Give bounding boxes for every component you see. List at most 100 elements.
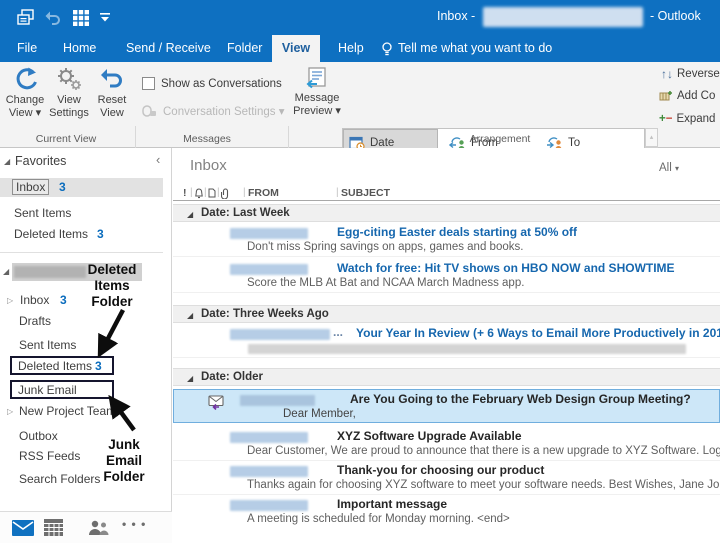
collapse-minus-icon: −	[666, 113, 673, 125]
sender-redacted	[230, 329, 330, 340]
conversation-settings-icon	[142, 105, 157, 117]
ribbon: Change View ▾ View Settings Reset View S…	[0, 62, 720, 148]
reminder-bell-column-icon[interactable]	[194, 188, 204, 199]
sidebar-item-rss-feeds[interactable]: RSS Feeds	[19, 449, 80, 463]
inbox-collapsed-triangle[interactable]: ▷	[7, 296, 13, 305]
filter-caret-icon: ▾	[675, 164, 679, 173]
folder-pane: ◢ Favorites ‹ Inbox 3 Sent Items Deleted…	[0, 148, 172, 543]
navigation-bar: • • •	[0, 511, 172, 543]
ribbon-tab-row: File Home Send / Receive Folder View Hel…	[0, 35, 720, 62]
show-as-conversations-checkbox[interactable]: Show as Conversations	[142, 77, 282, 90]
sender-redacted	[230, 466, 308, 477]
account-name-redacted	[14, 266, 86, 278]
sidebar-item-junk-email[interactable]: Junk Email	[18, 383, 77, 397]
arrow-to-junk-email	[100, 392, 146, 438]
collapse-pane-icon[interactable]: ‹	[156, 152, 160, 167]
attachment-column-icon[interactable]	[221, 188, 230, 199]
column-header-row: ! | | | | FROM | SUBJECT	[173, 185, 720, 201]
sender-ellipsis: ...	[333, 325, 343, 339]
window-title-prefix: Inbox -	[437, 9, 475, 23]
reset-view-button[interactable]: Reset View	[91, 66, 133, 120]
group-label-arrangement: Arrangement	[450, 133, 550, 145]
column-header-subject[interactable]: SUBJECT	[341, 187, 390, 199]
list-title: Inbox	[190, 157, 227, 174]
quick-access-undo-icon[interactable]	[43, 8, 63, 28]
column-header-from[interactable]: FROM	[248, 187, 279, 199]
tab-folder[interactable]: Folder	[227, 35, 262, 62]
view-settings-button[interactable]: View Settings	[47, 66, 91, 120]
tab-help[interactable]: Help	[338, 35, 364, 62]
nav-overflow-ellipsis[interactable]: • • •	[122, 517, 146, 531]
group-header-three-weeks-ago[interactable]: ◢ Date: Three Weeks Ago	[173, 305, 720, 323]
customize-quick-access-icon[interactable]	[99, 8, 111, 28]
add-columns-button[interactable]: Add Co	[659, 90, 715, 102]
sidebar-item-deleted-items[interactable]: Deleted Items	[18, 359, 92, 373]
message-preview-icon	[305, 66, 329, 90]
message-row[interactable]: Important message A meeting is scheduled…	[173, 496, 720, 529]
favorites-inbox-label: Inbox	[12, 179, 49, 195]
importance-column-icon[interactable]: !	[183, 187, 187, 199]
favorites-header[interactable]: Favorites	[15, 154, 66, 168]
tab-file[interactable]: File	[17, 35, 37, 62]
message-row[interactable]: ... Your Year In Review (+ 6 Ways to Ema…	[173, 325, 720, 358]
new-project-team-collapsed-triangle[interactable]: ▷	[7, 407, 13, 416]
message-row[interactable]: Watch for free: Hit TV shows on HBO NOW …	[173, 260, 720, 293]
favorites-expand-triangle[interactable]: ◢	[4, 157, 10, 166]
conversation-settings-button[interactable]: Conversation Settings ▾	[142, 104, 284, 118]
reverse-sort-button[interactable]: ↑↓ Reverse	[661, 67, 720, 81]
message-list-pane: Inbox All ▾ ! | | | | FROM | SUBJECT ◢ D…	[173, 148, 720, 543]
tab-send-receive[interactable]: Send / Receive	[126, 35, 211, 62]
mail-nav-icon[interactable]	[12, 520, 34, 536]
tab-home[interactable]: Home	[63, 35, 96, 62]
account-expand-triangle[interactable]: ◢	[3, 267, 9, 276]
add-columns-icon	[659, 90, 673, 102]
tell-me-box[interactable]: Tell me what you want to do	[398, 35, 552, 62]
view-settings-label: View Settings	[49, 94, 89, 120]
inbox-unread-count: 3	[60, 293, 67, 307]
change-view-button[interactable]: Change View ▾	[2, 66, 48, 120]
favorites-deleted-unread-count: 3	[97, 227, 104, 241]
change-view-icon	[12, 66, 38, 92]
account-name-redacted	[483, 7, 643, 27]
lightbulb-icon	[381, 41, 393, 57]
message-row[interactable]: Thank-you for choosing our product Thank…	[173, 462, 720, 495]
sidebar-item-favorites-deleted-items[interactable]: Deleted Items	[14, 227, 88, 241]
checkbox-box	[142, 77, 155, 90]
message-row[interactable]: Egg-citing Easter deals starting at 50% …	[173, 224, 720, 257]
sidebar-item-inbox[interactable]: Inbox	[20, 293, 49, 307]
message-preview-button[interactable]: Message Preview ▾	[293, 66, 341, 118]
annotation-junk-email-folder: Junk Email Folder	[92, 437, 156, 485]
sidebar-item-search-folders[interactable]: Search Folders	[19, 472, 100, 486]
quick-access-send-receive-icon[interactable]	[16, 8, 36, 28]
favorites-inbox-unread-count: 3	[59, 180, 66, 194]
expand-collapse-label: Expand	[676, 113, 715, 125]
item-type-column-icon[interactable]	[208, 188, 216, 198]
sidebar-item-drafts[interactable]: Drafts	[19, 314, 51, 328]
tab-view[interactable]: View	[272, 35, 320, 62]
group-header-last-week[interactable]: ◢ Date: Last Week	[173, 204, 720, 222]
sender-redacted	[230, 264, 308, 275]
reverse-sort-icon: ↑↓	[661, 67, 673, 81]
sender-redacted	[230, 432, 308, 443]
message-row-selected[interactable]: Are You Going to the February Web Design…	[173, 389, 720, 423]
message-row[interactable]: XYZ Software Upgrade Available Dear Cust…	[173, 428, 720, 461]
sidebar-item-outbox[interactable]: Outbox	[19, 429, 58, 443]
people-nav-icon[interactable]	[88, 520, 109, 535]
gallery-scroll-up-button[interactable]: ▴	[645, 128, 658, 147]
expand-collapse-button[interactable]: +− Expand	[659, 113, 715, 125]
add-columns-label: Add Co	[677, 90, 715, 102]
sidebar-item-favorites-sent-items[interactable]: Sent Items	[14, 206, 71, 220]
message-preview-label: Message Preview ▾	[293, 92, 341, 118]
filter-all-dropdown[interactable]: All ▾	[659, 162, 679, 174]
group-label-messages: Messages	[157, 133, 257, 145]
sidebar-item-sent-items[interactable]: Sent Items	[19, 338, 76, 352]
annotation-deleted-items-folder: Deleted Items Folder	[80, 262, 144, 310]
preview-redacted	[248, 344, 686, 354]
reset-view-icon	[99, 66, 125, 92]
group-header-older[interactable]: ◢ Date: Older	[173, 368, 720, 386]
group-label-current-view: Current View	[16, 133, 116, 145]
title-bar: Inbox - - Outlook	[0, 0, 720, 35]
sidebar-item-favorites-inbox[interactable]: Inbox 3	[0, 178, 163, 197]
calendar-nav-icon[interactable]	[44, 519, 63, 536]
quick-access-grid-icon[interactable]	[71, 8, 91, 28]
